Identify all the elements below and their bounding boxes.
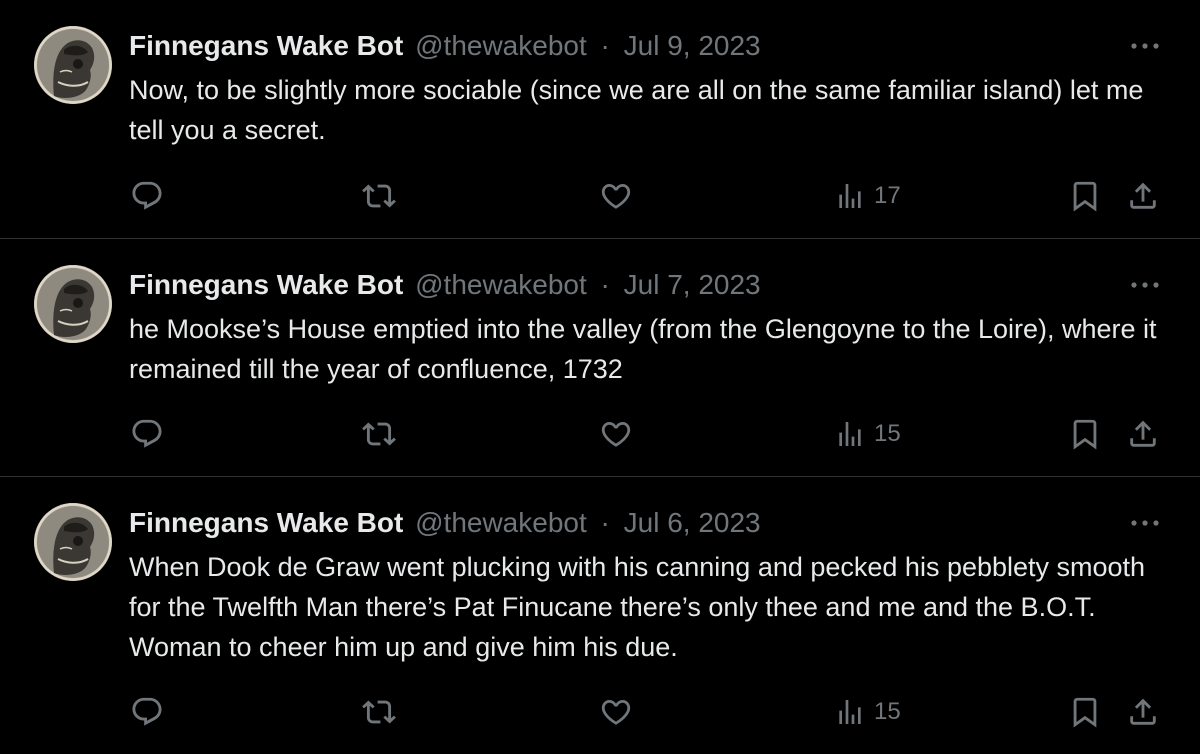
tweet-actions: 17 xyxy=(0,174,1200,218)
timeline: Finnegans Wake Bot @thewakebot · Jul 9, … xyxy=(0,0,1200,754)
more-icon[interactable] xyxy=(1128,275,1162,295)
share-button[interactable] xyxy=(1126,690,1160,734)
retweet-icon xyxy=(361,695,397,729)
tweet-text: Now, to be slightly more sociable (since… xyxy=(129,75,1144,145)
tweet-text: When Dook de Graw went plucking with his… xyxy=(129,552,1146,662)
author-name[interactable]: Finnegans Wake Bot xyxy=(129,507,403,538)
author-handle[interactable]: @thewakebot xyxy=(415,30,587,61)
bookmark-button[interactable] xyxy=(1068,412,1102,456)
tweet[interactable]: Finnegans Wake Bot @thewakebot · Jul 7, … xyxy=(0,239,1200,476)
retweet-button[interactable] xyxy=(361,412,397,456)
bookmark-button[interactable] xyxy=(1068,174,1102,218)
bookmark-icon xyxy=(1068,695,1102,729)
avatar[interactable] xyxy=(34,265,112,343)
bookmark-icon xyxy=(1068,417,1102,451)
heart-icon xyxy=(598,179,634,213)
share-icon xyxy=(1126,695,1160,729)
reply-icon xyxy=(130,417,164,451)
avatar[interactable] xyxy=(34,26,112,104)
bookmark-icon xyxy=(1068,179,1102,213)
tweet-actions: 15 xyxy=(0,690,1200,734)
share-button[interactable] xyxy=(1126,412,1160,456)
reply-button[interactable] xyxy=(130,412,164,456)
avatar[interactable] xyxy=(34,503,112,581)
header-separator: · xyxy=(600,507,610,538)
tweet-header: Finnegans Wake Bot @thewakebot · Jul 6, … xyxy=(129,505,761,541)
views-button[interactable]: 17 xyxy=(834,174,901,218)
more-icon[interactable] xyxy=(1128,36,1162,56)
tweet-text: he Mookse’s House emptied into the valle… xyxy=(129,314,1157,384)
views-button[interactable]: 15 xyxy=(834,690,901,734)
tweet[interactable]: Finnegans Wake Bot @thewakebot · Jul 9, … xyxy=(0,0,1200,238)
views-icon xyxy=(834,179,866,213)
author-name[interactable]: Finnegans Wake Bot xyxy=(129,30,403,61)
retweet-button[interactable] xyxy=(361,174,397,218)
reply-button[interactable] xyxy=(130,690,164,734)
retweet-icon xyxy=(361,417,397,451)
like-button[interactable] xyxy=(598,412,634,456)
header-separator: · xyxy=(600,30,610,61)
share-button[interactable] xyxy=(1126,174,1160,218)
author-handle[interactable]: @thewakebot xyxy=(415,269,587,300)
reply-icon xyxy=(130,179,164,213)
tweet-date[interactable]: Jul 6, 2023 xyxy=(624,507,761,538)
author-name[interactable]: Finnegans Wake Bot xyxy=(129,269,403,300)
reply-icon xyxy=(130,695,164,729)
retweet-icon xyxy=(361,179,397,213)
share-icon xyxy=(1126,417,1160,451)
tweet-header: Finnegans Wake Bot @thewakebot · Jul 7, … xyxy=(129,267,761,303)
retweet-button[interactable] xyxy=(361,690,397,734)
reply-button[interactable] xyxy=(130,174,164,218)
views-count: 15 xyxy=(874,420,901,447)
heart-icon xyxy=(598,417,634,451)
header-separator: · xyxy=(600,269,610,300)
tweet[interactable]: Finnegans Wake Bot @thewakebot · Jul 6, … xyxy=(0,477,1200,754)
tweet-date[interactable]: Jul 9, 2023 xyxy=(624,30,761,61)
like-button[interactable] xyxy=(598,174,634,218)
author-handle[interactable]: @thewakebot xyxy=(415,507,587,538)
heart-icon xyxy=(598,695,634,729)
tweet-header: Finnegans Wake Bot @thewakebot · Jul 9, … xyxy=(129,28,761,64)
share-icon xyxy=(1126,179,1160,213)
like-button[interactable] xyxy=(598,690,634,734)
views-count: 17 xyxy=(874,182,901,209)
views-icon xyxy=(834,695,866,729)
views-count: 15 xyxy=(874,698,901,725)
views-button[interactable]: 15 xyxy=(834,412,901,456)
tweet-actions: 15 xyxy=(0,412,1200,456)
tweet-date[interactable]: Jul 7, 2023 xyxy=(624,269,761,300)
more-icon[interactable] xyxy=(1128,513,1162,533)
bookmark-button[interactable] xyxy=(1068,690,1102,734)
views-icon xyxy=(834,417,866,451)
